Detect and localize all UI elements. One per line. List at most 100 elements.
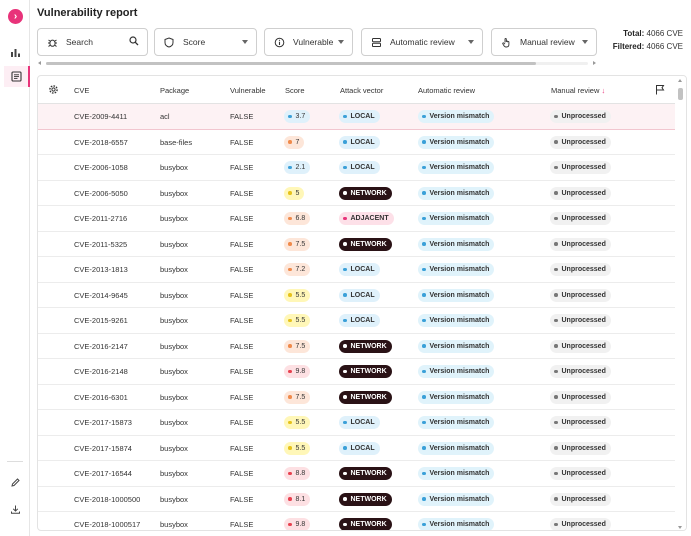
manual-review-badge[interactable]: Unprocessed xyxy=(550,212,611,225)
column-header-automatic-review[interactable]: Automatic review xyxy=(418,86,475,95)
manual-review-badge[interactable]: Unprocessed xyxy=(550,365,611,378)
attack-vector-badge: LOCAL xyxy=(339,288,380,302)
score-filter[interactable]: Score xyxy=(154,28,257,56)
column-header-manual-review[interactable]: Manual review ↓ xyxy=(551,86,605,95)
manual-review-badge[interactable]: Unprocessed xyxy=(550,263,611,276)
cve-id[interactable]: CVE-2009-4411 xyxy=(74,112,127,121)
vertical-scrollbar[interactable] xyxy=(675,76,686,530)
table-row[interactable]: CVE-2016-2147 busybox FALSE 7.5 NETWORK Versi… xyxy=(38,334,675,359)
manual-review-badge[interactable]: Unprocessed xyxy=(550,314,611,327)
scroll-left-icon[interactable] xyxy=(38,61,41,65)
chart-icon xyxy=(11,49,20,57)
table-row[interactable]: CVE-2011-5325 busybox FALSE 7.5 NETWORK Versi… xyxy=(38,232,675,257)
sidebar-item-charts[interactable] xyxy=(5,42,26,63)
sidebar-item-edit[interactable] xyxy=(5,472,26,493)
cve-id[interactable]: CVE-2017-15874 xyxy=(74,444,132,453)
cve-id[interactable]: CVE-2013-1813 xyxy=(74,265,128,274)
sidebar-item-report[interactable] xyxy=(4,66,30,87)
automatic-review-badge: Version mismatch xyxy=(418,161,495,174)
table-row[interactable]: CVE-2011-2716 busybox FALSE 6.8 ADJACENT Vers… xyxy=(38,206,675,232)
table-row[interactable]: CVE-2009-4411 acl FALSE 3.7 LOCAL Version mis… xyxy=(38,104,675,130)
vulnerable-value: FALSE xyxy=(230,137,254,147)
table-row[interactable]: CVE-2018-1000500 busybox FALSE 8.1 NETWORK Ve… xyxy=(38,487,675,512)
horizontal-scroll-thumb[interactable] xyxy=(46,62,536,65)
sidebar-toggle-button[interactable]: › xyxy=(5,6,26,27)
automatic-review-badge: Version mismatch xyxy=(418,416,495,429)
scroll-right-icon[interactable] xyxy=(593,61,596,65)
scroll-down-icon[interactable] xyxy=(678,526,682,529)
table-row[interactable]: CVE-2017-16544 busybox FALSE 8.8 NETWORK Vers… xyxy=(38,461,675,487)
automatic-review-filter[interactable]: Automatic review xyxy=(361,28,483,56)
manual-review-badge[interactable]: Unprocessed xyxy=(550,288,611,302)
cve-id[interactable]: CVE-2016-2148 xyxy=(74,367,128,376)
column-header-package[interactable]: Package xyxy=(160,86,189,95)
attack-vector-badge: NETWORK xyxy=(339,492,392,506)
vulnerable-filter-label: Vulnerable xyxy=(293,37,334,47)
cve-id[interactable]: CVE-2016-6301 xyxy=(74,393,128,402)
hand-pointer-icon xyxy=(500,36,512,48)
table-row[interactable]: CVE-2018-1000517 busybox FALSE 9.8 NETWORK Ve… xyxy=(38,512,675,530)
automatic-review-badge: Version mismatch xyxy=(418,237,495,251)
table-row[interactable]: CVE-2006-1058 busybox FALSE 2.1 LOCAL Version… xyxy=(38,155,675,181)
package-name: busybox xyxy=(160,367,188,376)
manual-review-badge[interactable]: Unprocessed xyxy=(550,110,611,123)
manual-review-badge[interactable]: Unprocessed xyxy=(550,339,611,353)
table-row[interactable]: CVE-2016-2148 busybox FALSE 9.8 NETWORK Versi… xyxy=(38,359,675,385)
cve-id[interactable]: CVE-2018-1000517 xyxy=(74,520,140,529)
cve-id[interactable]: CVE-2006-5050 xyxy=(74,189,128,198)
automatic-review-badge: Version mismatch xyxy=(418,212,495,225)
table-row[interactable]: CVE-2015-9261 busybox FALSE 5.5 LOCAL Version… xyxy=(38,308,675,334)
horizontal-scrollbar[interactable] xyxy=(37,60,597,67)
vertical-scroll-thumb[interactable] xyxy=(678,88,683,100)
search-field[interactable]: Search xyxy=(37,28,148,56)
manual-review-badge[interactable]: Unprocessed xyxy=(550,416,611,429)
column-header-attack-vector[interactable]: Attack vector xyxy=(340,86,383,95)
table-row[interactable]: CVE-2017-15874 busybox FALSE 5.5 LOCAL Versio… xyxy=(38,436,675,461)
cve-id[interactable]: CVE-2017-15873 xyxy=(74,418,132,427)
cve-id[interactable]: CVE-2011-2716 xyxy=(74,214,127,223)
manual-review-badge[interactable]: Unprocessed xyxy=(550,135,611,149)
flag-icon[interactable] xyxy=(655,84,665,97)
vulnerable-value: FALSE xyxy=(230,239,254,249)
vulnerability-table: CVE Package Vulnerable Score Attack vect… xyxy=(37,75,687,531)
chevron-right-icon: › xyxy=(8,9,23,24)
manual-review-badge[interactable]: Unprocessed xyxy=(550,237,611,251)
manual-review-badge[interactable]: Unprocessed xyxy=(550,186,611,200)
score-filter-label: Score xyxy=(183,37,206,47)
scroll-up-icon[interactable] xyxy=(678,79,682,82)
attack-vector-badge: ADJACENT xyxy=(339,212,394,225)
column-header-cve[interactable]: CVE xyxy=(74,86,89,95)
manual-review-badge[interactable]: Unprocessed xyxy=(550,441,611,455)
manual-review-badge[interactable]: Unprocessed xyxy=(550,161,611,174)
cve-id[interactable]: CVE-2011-5325 xyxy=(74,240,127,249)
table-row[interactable]: CVE-2018-6557 base-files FALSE 7 LOCAL Versio… xyxy=(38,130,675,155)
table-row[interactable]: CVE-2017-15873 busybox FALSE 5.5 LOCAL Versio… xyxy=(38,410,675,436)
attack-vector-badge: LOCAL xyxy=(339,441,380,455)
cve-id[interactable]: CVE-2018-1000500 xyxy=(74,495,140,504)
cve-id[interactable]: CVE-2006-1058 xyxy=(74,163,128,172)
package-name: busybox xyxy=(160,443,188,453)
manual-review-badge[interactable]: Unprocessed xyxy=(550,390,611,404)
cve-id[interactable]: CVE-2018-6557 xyxy=(74,138,128,147)
manual-review-badge[interactable]: Unprocessed xyxy=(550,467,611,480)
manual-review-badge[interactable]: Unprocessed xyxy=(550,492,611,506)
table-row[interactable]: CVE-2016-6301 busybox FALSE 7.5 NETWORK Versi… xyxy=(38,385,675,410)
column-header-score[interactable]: Score xyxy=(285,86,305,95)
manual-review-badge[interactable]: Unprocessed xyxy=(550,518,611,530)
table-row[interactable]: CVE-2014-9645 busybox FALSE 5.5 LOCAL Version… xyxy=(38,283,675,308)
search-icon[interactable] xyxy=(129,36,139,48)
vulnerable-value: FALSE xyxy=(230,214,254,223)
vulnerable-filter[interactable]: Vulnerable xyxy=(264,28,353,56)
cve-id[interactable]: CVE-2016-2147 xyxy=(74,342,128,351)
vulnerable-value: FALSE xyxy=(230,520,254,529)
sidebar-item-download[interactable] xyxy=(5,499,26,520)
column-header-vulnerable[interactable]: Vulnerable xyxy=(230,86,266,95)
table-row[interactable]: CVE-2013-1813 busybox FALSE 7.2 LOCAL Version… xyxy=(38,257,675,283)
table-row[interactable]: CVE-2006-5050 busybox FALSE 5 NETWORK Version… xyxy=(38,181,675,206)
automatic-review-badge: Version mismatch xyxy=(418,467,495,480)
settings-icon[interactable] xyxy=(48,84,59,97)
cve-id[interactable]: CVE-2014-9645 xyxy=(74,291,128,300)
manual-review-filter[interactable]: Manual review xyxy=(491,28,597,56)
cve-id[interactable]: CVE-2017-16544 xyxy=(74,469,132,478)
cve-id[interactable]: CVE-2015-9261 xyxy=(74,316,128,325)
